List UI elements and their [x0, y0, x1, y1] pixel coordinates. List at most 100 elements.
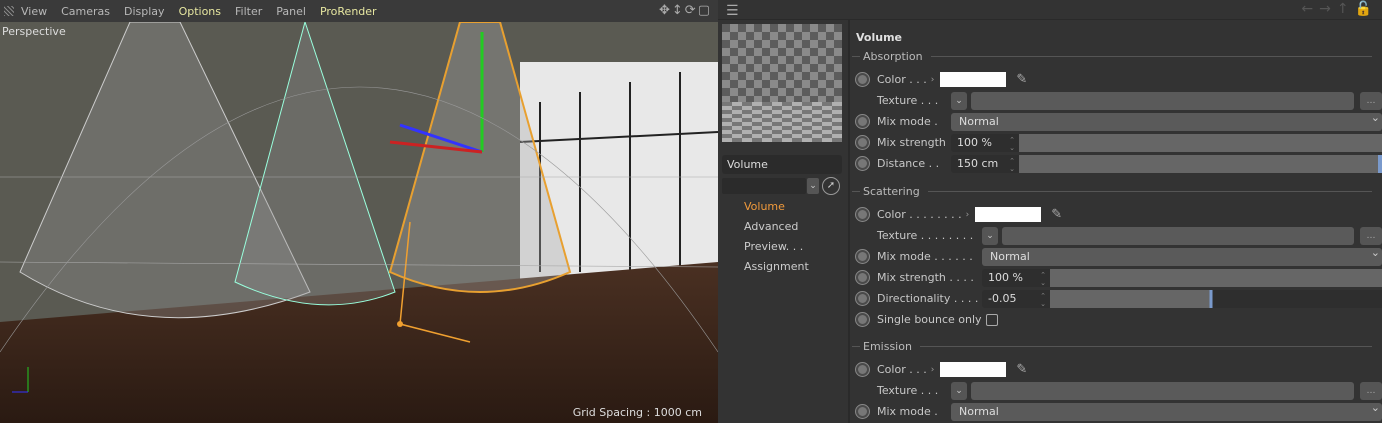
menu-panel[interactable]: Panel [269, 5, 313, 18]
absorption-texture-row: Texture . . . ⌄ … [856, 90, 1382, 111]
camera-label: Perspective [2, 25, 66, 38]
distance-input[interactable]: 150 cm [951, 154, 1019, 173]
mix-strength-input[interactable]: 100 % [982, 268, 1050, 287]
label: Color . . . . . . . . [877, 208, 962, 221]
animate-icon[interactable] [856, 313, 869, 326]
move-icon[interactable]: ✥ [659, 3, 672, 18]
label: Mix mode . [877, 115, 938, 128]
material-editor: ☰ ←→↑🔓 Volume ⌄ ➚ Volume Advanced Previe… [718, 0, 1382, 423]
viewport-scene[interactable] [0, 22, 718, 423]
expand-icon[interactable]: › [931, 365, 935, 375]
menu-filter[interactable]: Filter [228, 5, 269, 18]
group-emission[interactable]: Emission [852, 339, 1372, 353]
nav-preview[interactable]: Preview. . . [744, 240, 803, 253]
animate-icon[interactable] [856, 115, 869, 128]
eyedropper-icon[interactable]: ✎ [1051, 207, 1062, 222]
light-handle[interactable] [397, 321, 403, 327]
zoom-icon[interactable]: ↕ [672, 3, 685, 18]
viewport[interactable]: View Cameras Display Options Filter Pane… [0, 0, 718, 423]
more-button[interactable]: … [1360, 381, 1382, 400]
group-label: Emission [863, 339, 912, 353]
scattering-mixstrength-row: Mix strength . . . . 100 % [856, 267, 1382, 288]
menu-view[interactable]: View [14, 5, 54, 18]
grid-spacing-label: Grid Spacing : 1000 cm [572, 406, 702, 419]
label: Texture . . . [877, 94, 939, 107]
viewport-nav-icons: ✥↕⟳▢ [659, 3, 712, 18]
mix-mode-select[interactable]: Normal [951, 111, 1382, 131]
animate-icon[interactable] [856, 136, 869, 149]
animate-icon[interactable] [856, 157, 869, 170]
history-nav: ←→↑🔓 [1301, 1, 1378, 17]
label: Color . . . [877, 73, 927, 86]
viewport-menubar: View Cameras Display Options Filter Pane… [0, 0, 718, 22]
label: Mix mode . . . . . . [877, 250, 973, 263]
emission-mixmode-row: Mix mode . Normal [856, 401, 1382, 422]
material-selector[interactable] [722, 178, 806, 194]
animate-icon[interactable] [856, 405, 869, 418]
animate-icon[interactable] [856, 73, 869, 86]
menu-cameras[interactable]: Cameras [54, 5, 117, 18]
label: Directionality . . . . [877, 292, 979, 305]
animate-icon[interactable] [856, 363, 869, 376]
nav-assignment[interactable]: Assignment [744, 260, 809, 273]
texture-dropdown[interactable]: ⌄ [982, 226, 998, 245]
nav-volume[interactable]: Volume [744, 200, 785, 213]
directionality-slider[interactable] [1050, 289, 1382, 308]
menu-options[interactable]: Options [172, 5, 228, 18]
hamburger-menu-icon[interactable]: ☰ [726, 3, 739, 19]
single-bounce-row: Single bounce only [856, 309, 1382, 330]
mix-strength-slider[interactable] [1019, 133, 1382, 152]
label: Distance . . [877, 157, 940, 170]
section-title: Volume [856, 31, 902, 44]
animate-icon[interactable] [856, 271, 869, 284]
pick-cursor-icon[interactable]: ➚ [822, 177, 840, 195]
texture-slot[interactable] [971, 381, 1354, 400]
mix-mode-select[interactable]: Normal [951, 401, 1382, 421]
mix-strength-slider[interactable] [1050, 268, 1382, 287]
directionality-input[interactable]: -0.05 [982, 289, 1050, 308]
rotate-icon[interactable]: ⟳ [685, 3, 698, 18]
texture-dropdown[interactable]: ⌄ [951, 91, 967, 110]
mix-mode-select[interactable]: Normal [982, 246, 1382, 266]
group-absorption[interactable]: Absorption [852, 49, 1372, 63]
more-button[interactable]: … [1360, 91, 1382, 110]
forward-icon[interactable]: → [1319, 1, 1337, 17]
editor-toolbar [718, 0, 1382, 20]
menu-display[interactable]: Display [117, 5, 172, 18]
color-swatch[interactable] [940, 362, 1007, 377]
absorption-distance-row: Distance . . 150 cm [856, 153, 1382, 174]
material-preview[interactable] [722, 24, 842, 142]
up-icon[interactable]: ↑ [1337, 1, 1355, 17]
back-icon[interactable]: ← [1301, 1, 1319, 17]
texture-slot[interactable] [971, 91, 1354, 110]
more-button[interactable]: … [1360, 226, 1382, 245]
eyedropper-icon[interactable]: ✎ [1016, 362, 1027, 377]
expand-icon[interactable]: › [931, 75, 935, 85]
single-bounce-checkbox[interactable] [985, 313, 998, 326]
lock-icon[interactable]: 🔓 [1355, 1, 1378, 17]
color-swatch[interactable] [940, 72, 1007, 87]
label: Single bounce only [877, 313, 982, 326]
group-label: Scattering [863, 184, 920, 198]
texture-dropdown[interactable]: ⌄ [951, 381, 967, 400]
label: Texture . . . [877, 384, 939, 397]
distance-slider[interactable] [1019, 154, 1382, 173]
chevron-down-icon[interactable]: ⌄ [807, 178, 819, 194]
maximize-icon[interactable]: ▢ [698, 3, 712, 18]
mix-strength-input[interactable]: 100 % [951, 133, 1019, 152]
texture-slot[interactable] [1002, 226, 1354, 245]
grip-icon[interactable] [4, 6, 14, 16]
animate-icon[interactable] [856, 292, 869, 305]
material-name-field[interactable]: Volume [722, 155, 842, 174]
expand-icon[interactable]: › [966, 210, 970, 220]
group-scattering[interactable]: Scattering [852, 184, 1372, 198]
menu-prorender[interactable]: ProRender [313, 5, 384, 18]
animate-icon[interactable] [856, 250, 869, 263]
animate-icon[interactable] [856, 208, 869, 221]
eyedropper-icon[interactable]: ✎ [1016, 72, 1027, 87]
attributes-panel: Volume Absorption Color . . . › ✎ Texture … [850, 20, 1382, 423]
absorption-color-row: Color . . . › ✎ [856, 69, 1382, 90]
nav-advanced[interactable]: Advanced [744, 220, 798, 233]
color-swatch[interactable] [975, 207, 1042, 222]
emission-texture-row: Texture . . . ⌄ … [856, 380, 1382, 401]
